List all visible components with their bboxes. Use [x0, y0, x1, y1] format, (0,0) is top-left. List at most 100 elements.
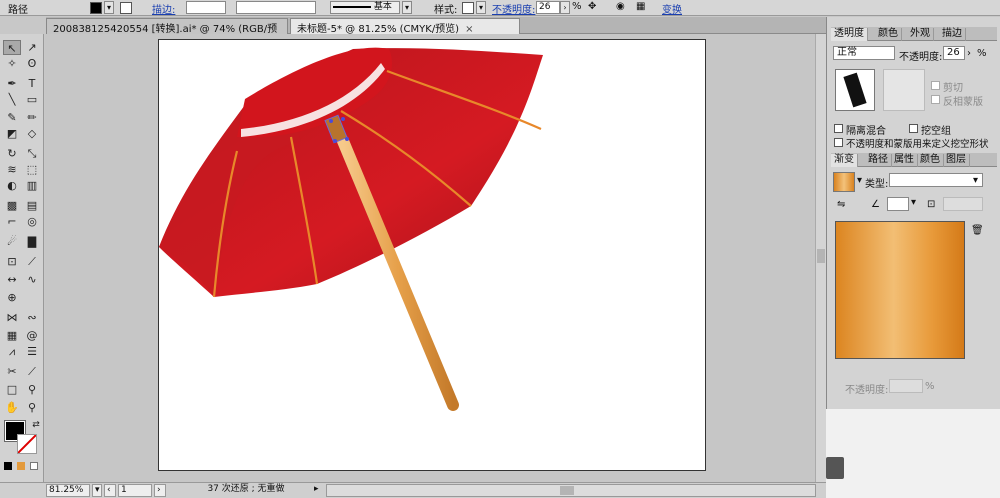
angle-dropdown-icon[interactable]: ▾ [911, 197, 916, 208]
horizontal-scroll-thumb[interactable] [560, 486, 574, 495]
tab-attributes[interactable]: 属性 [891, 154, 918, 167]
opacity-stepper-icon[interactable]: › [967, 48, 971, 59]
gradient-type-dropdown-icon[interactable]: ▾ [973, 175, 978, 186]
stroke-label[interactable]: 描边: [152, 1, 175, 16]
blend-mode-select[interactable]: 正常 [833, 46, 895, 60]
opacity-mask-checkbox[interactable] [834, 138, 843, 147]
zoom-tool-icon[interactable]: ⚲ [23, 400, 41, 415]
next-page-icon[interactable]: › [154, 484, 166, 497]
scissors-tool-icon[interactable]: ✂ [3, 364, 21, 379]
tab-pathfinder[interactable]: 路径 [865, 154, 892, 167]
anchor-point[interactable] [341, 117, 345, 121]
scrollbar-thumb[interactable] [817, 249, 825, 263]
slice-tool-icon[interactable]: ⟋ [23, 254, 41, 269]
warp-tool-icon[interactable]: ≋ [3, 162, 21, 177]
tab-layers[interactable]: 图层 [943, 154, 970, 167]
gradient-type-select[interactable] [889, 173, 983, 187]
gradient-mode-icon[interactable] [17, 462, 25, 470]
fill-swatch[interactable] [90, 2, 102, 14]
zoom-field[interactable]: 81.25% [46, 484, 90, 497]
spiral-tool-icon[interactable]: @ [23, 328, 41, 343]
anchor-point[interactable] [345, 137, 349, 141]
graphic-style-dropdown-icon[interactable]: ▾ [476, 1, 486, 14]
stroke-profile-field[interactable]: 基本 [330, 1, 400, 14]
angle-field[interactable] [887, 197, 909, 211]
tab-transparency[interactable]: 透明度 [831, 28, 868, 41]
artboard-tool-icon[interactable]: ⊡ [3, 254, 21, 269]
status-menu-icon[interactable]: ▸ [312, 484, 324, 497]
angle-icon[interactable]: ∠ [871, 199, 880, 210]
mask-thumbnail[interactable] [883, 69, 925, 111]
warp-shape-tool-icon[interactable]: ∿ [23, 272, 41, 287]
tab-appearance[interactable]: 外观 [907, 28, 934, 41]
gradient-swatch[interactable] [833, 172, 855, 192]
selection-tool-icon[interactable]: ↖ [3, 40, 21, 55]
aspect-ratio-icon[interactable]: ⊡ [927, 199, 935, 210]
opacity-field[interactable]: 26 [536, 1, 560, 14]
clip-checkbox[interactable] [931, 81, 940, 90]
tab-color[interactable]: 颜色 [875, 28, 902, 41]
rotate-tool-icon[interactable]: ↻ [3, 146, 21, 161]
reverse-gradient-icon[interactable]: ⇋ [837, 199, 845, 210]
paintbrush-tool-icon[interactable]: ✎ [3, 110, 21, 125]
tab-gradient[interactable]: 渐变 [831, 154, 858, 167]
aspect-ratio-field[interactable] [943, 197, 983, 211]
stroke-swatch[interactable] [120, 2, 132, 14]
eyedropper-tool-icon[interactable]: ⌐ [3, 214, 21, 229]
isolate-blend-checkbox[interactable] [834, 124, 843, 133]
knockout-group-checkbox[interactable] [909, 124, 918, 133]
gradient-preview[interactable] [835, 221, 965, 359]
eraser-tool-icon[interactable]: ◇ [23, 126, 41, 141]
stroke-style-dropdown-icon[interactable]: ▾ [402, 1, 412, 14]
vertical-scrollbar[interactable] [815, 34, 826, 482]
gradient-opacity-field[interactable] [889, 379, 923, 393]
opacity-field[interactable]: 26 [943, 46, 965, 60]
isolate-icon[interactable]: ◉ [616, 1, 625, 12]
lasso-tool-icon[interactable]: ʘ [23, 56, 41, 71]
blob-brush-tool-icon[interactable]: ◩ [3, 126, 21, 141]
gradient-tool-icon[interactable]: ▤ [23, 198, 41, 213]
tab-stroke[interactable]: 描边 [939, 28, 966, 41]
line-tool-icon[interactable]: ╲ [3, 92, 21, 107]
direct-selection-tool-icon[interactable]: ↗ [23, 40, 41, 55]
umbrella-artwork[interactable] [159, 40, 707, 472]
stroke-weight-field[interactable] [186, 1, 226, 14]
hand-tool-icon[interactable]: ✋ [3, 400, 21, 415]
opacity-label[interactable]: 不透明度: [492, 1, 535, 16]
column-graph-tool-icon[interactable]: ▇ [23, 234, 41, 249]
zigzag-tool-icon[interactable]: ⩘ [3, 344, 21, 359]
width-tool-icon[interactable]: ↔ [3, 272, 21, 287]
none-mode-icon[interactable] [30, 462, 38, 470]
tab-document-1[interactable]: 2008381254205​54 [转换].ai* @ 74% (RGB/预览) [46, 18, 288, 50]
grid-tool-icon[interactable]: ▦ [3, 328, 21, 343]
crosshair-tool-icon[interactable]: ⊕ [3, 290, 21, 305]
fill-dropdown-icon[interactable]: ▾ [104, 1, 114, 14]
perspective-grid-tool-icon[interactable]: ▥ [23, 178, 41, 193]
rectangle-tool-icon[interactable]: ▭ [23, 92, 41, 107]
object-thumbnail[interactable] [835, 69, 875, 111]
anchor-point[interactable] [329, 119, 333, 123]
free-transform-tool-icon[interactable]: ⬚ [23, 162, 41, 177]
pencil-tool-icon[interactable]: ✏ [23, 110, 41, 125]
shape-builder-tool-icon[interactable]: ◐ [3, 178, 21, 193]
color-mode-icon[interactable] [4, 462, 12, 470]
tab-document-2[interactable]: 未标题-5* @ 81.25% (CMYK/预览) × [290, 18, 520, 35]
mesh-tool-icon[interactable]: ▩ [3, 198, 21, 213]
stroke-color-icon[interactable] [17, 434, 37, 454]
graphic-style-swatch[interactable] [462, 2, 474, 14]
magic-wand-tool-icon[interactable]: ✧ [3, 56, 21, 71]
invert-mask-checkbox[interactable] [931, 95, 940, 104]
knife-tool-icon[interactable]: ⟋ [23, 364, 41, 379]
type-tool-icon[interactable]: T [23, 76, 41, 91]
eyedropper-alt-tool-icon[interactable]: ⚲ [23, 382, 41, 397]
transform-link[interactable]: 变换 [662, 1, 682, 16]
mesh-warp-tool-icon[interactable]: ⋈ [3, 310, 21, 325]
swap-colors-icon[interactable]: ⇄ [27, 418, 45, 433]
anchor-point[interactable] [333, 139, 337, 143]
blend-tool-icon[interactable]: ◎ [23, 214, 41, 229]
page-field[interactable]: 1 [118, 484, 152, 497]
gradient-swatch-dropdown-icon[interactable]: ▾ [857, 175, 862, 186]
align-icon[interactable]: ▦ [636, 1, 645, 12]
list-tool-icon[interactable]: ☰ [23, 344, 41, 359]
artboard[interactable] [158, 39, 706, 471]
